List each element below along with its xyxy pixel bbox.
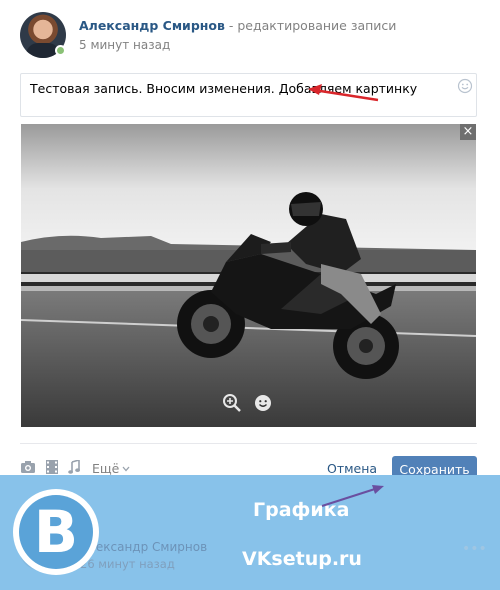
background-post-author: Александр Смирнов bbox=[80, 540, 208, 554]
post-time[interactable]: 5 минут назад bbox=[79, 38, 170, 52]
camera-icon[interactable] bbox=[20, 460, 36, 474]
background-post-time: 26 минут назад bbox=[80, 557, 175, 571]
post-text-field[interactable]: Тестовая запись. Вносим изменения. Добав… bbox=[20, 73, 477, 117]
background-post-menu: ••• bbox=[462, 541, 487, 557]
cancel-button[interactable]: Отмена bbox=[327, 461, 377, 476]
zoom-icon[interactable] bbox=[222, 393, 242, 413]
close-icon[interactable]: × bbox=[460, 124, 476, 140]
online-indicator bbox=[55, 45, 66, 56]
watermark-logo: B bbox=[13, 489, 99, 575]
chevron-down-icon[interactable] bbox=[122, 466, 130, 472]
author-line: Александр Смирнов - редактирование запис… bbox=[79, 18, 396, 33]
smile-icon[interactable] bbox=[457, 78, 473, 94]
author-name[interactable]: Александр Смирнов bbox=[79, 18, 225, 33]
watermark-site: VKsetup.ru bbox=[242, 548, 362, 570]
music-icon[interactable] bbox=[68, 460, 80, 474]
attached-photo[interactable] bbox=[21, 124, 476, 427]
post-editor-card: Александр Смирнов - редактирование запис… bbox=[0, 0, 500, 483]
watermark-logo-letter: B bbox=[19, 495, 93, 569]
arrow-annotation bbox=[308, 84, 379, 102]
emoji-icon[interactable] bbox=[254, 394, 272, 412]
edit-action-text: - редактирование записи bbox=[224, 18, 397, 33]
film-icon[interactable] bbox=[45, 460, 59, 474]
post-header: Александр Смирнов - редактирование запис… bbox=[20, 10, 490, 60]
more-menu[interactable]: Ещё bbox=[92, 461, 119, 476]
divider bbox=[20, 443, 477, 444]
arrow-annotation-save bbox=[321, 485, 384, 508]
photo-motorcycle bbox=[21, 124, 476, 427]
